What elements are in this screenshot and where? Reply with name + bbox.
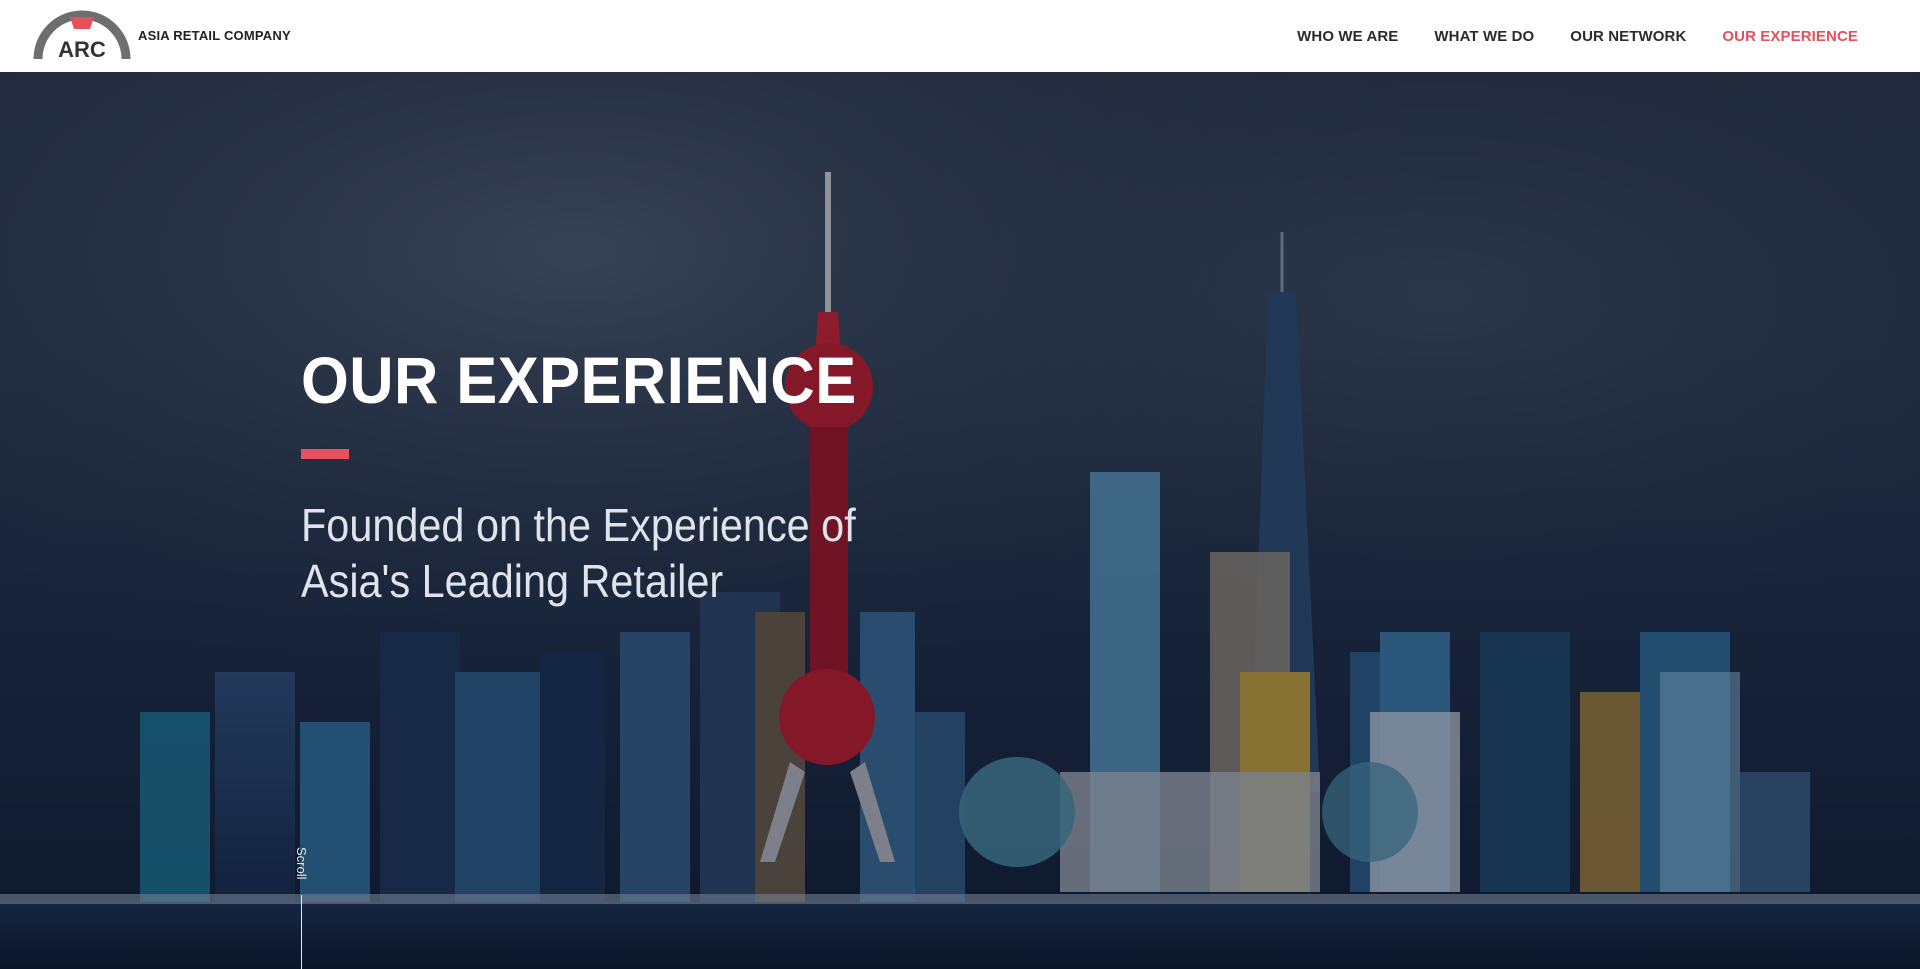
company-name: ASIA RETAIL COMPANY	[138, 28, 291, 43]
nav-item-what-we-do[interactable]: WHAT WE DO	[1434, 28, 1534, 45]
main-nav: WHO WE ARE WHAT WE DO OUR NETWORK OUR EX…	[1297, 0, 1858, 72]
nav-item-our-network[interactable]: OUR NETWORK	[1570, 28, 1686, 45]
logo-text: ARC	[58, 37, 106, 62]
accent-divider	[301, 449, 349, 459]
hero-title: OUR EXPERIENCE	[301, 343, 857, 417]
hero-subtitle-line-1: Founded on the Experience of	[301, 499, 856, 551]
nav-item-our-experience[interactable]: OUR EXPERIENCE	[1722, 28, 1858, 45]
hero-overlay	[0, 72, 1920, 969]
hero-section: OUR EXPERIENCE Founded on the Experience…	[0, 72, 1920, 969]
hero-subtitle-line-2: Asia's Leading Retailer	[301, 555, 724, 607]
nav-item-who-we-are[interactable]: WHO WE ARE	[1297, 28, 1398, 45]
scroll-label: Scroll	[294, 847, 309, 880]
scroll-line	[301, 895, 302, 969]
arc-logo[interactable]: ARC	[30, 7, 134, 63]
hero-content: OUR EXPERIENCE Founded on the Experience…	[301, 347, 917, 609]
hero-subtitle: Founded on the Experience of Asia's Lead…	[301, 497, 856, 609]
site-header: ARC ASIA RETAIL COMPANY WHO WE ARE WHAT …	[0, 0, 1920, 72]
